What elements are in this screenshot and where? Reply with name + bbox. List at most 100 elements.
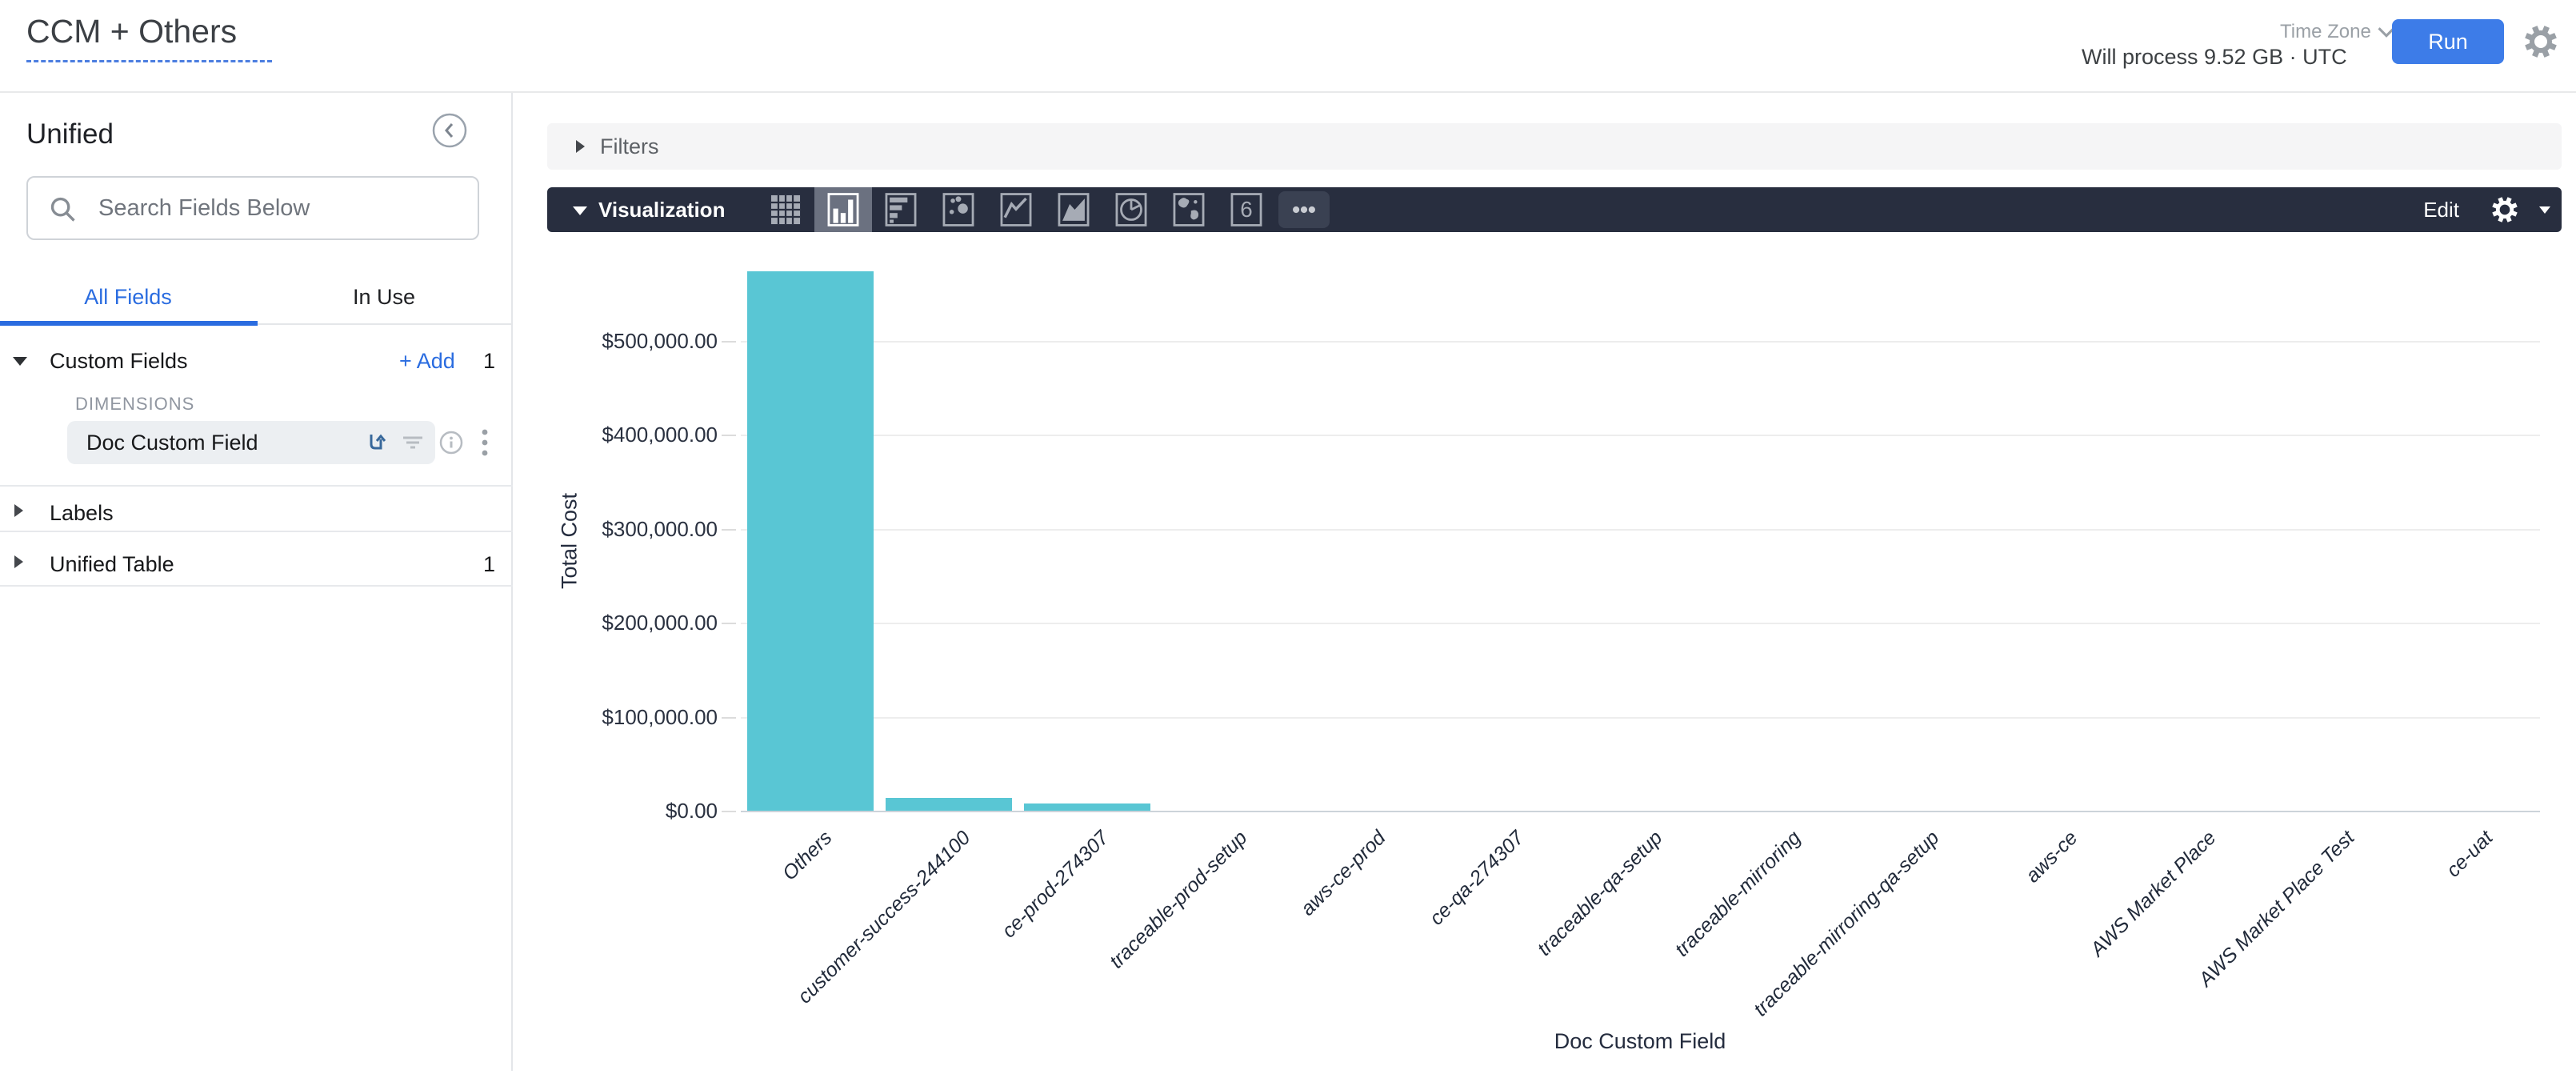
run-button[interactable]: Run (2392, 19, 2504, 64)
collapse-sidebar-icon[interactable] (431, 112, 468, 149)
filters-panel-header[interactable]: Filters (547, 123, 2562, 170)
filter-icon[interactable] (400, 430, 426, 455)
y-axis-tick (722, 811, 736, 812)
y-axis-title: Total Cost (558, 493, 582, 589)
gridline (741, 529, 2540, 531)
x-axis-tick-label: traceable-prod-setup (991, 826, 1251, 1086)
y-axis-tick (722, 623, 736, 624)
expand-caret-icon[interactable] (14, 504, 23, 517)
x-axis-tick-label: ce-prod-274307 (853, 826, 1113, 1086)
x-axis-tick-label: Others (576, 826, 836, 1086)
app-root: CCM + Others Time Zone Will process 9.52… (0, 0, 2576, 1071)
expand-caret-icon[interactable] (14, 555, 23, 568)
visualization-toolbar: Visualization 6 Edit (547, 187, 2562, 232)
chevron-down-icon[interactable] (2539, 206, 2550, 214)
x-axis-tick-label: aws-ce-prod (1130, 826, 1390, 1086)
viz-type-scatter-plot[interactable] (930, 187, 987, 232)
collapse-caret-icon[interactable] (573, 206, 587, 215)
area-chart-icon (1055, 190, 1092, 230)
svg-text:6: 6 (1240, 197, 1252, 222)
x-axis-tick-label: customer-success-244100 (714, 826, 974, 1086)
divider (0, 485, 513, 487)
chart-type-picker: 6 (757, 187, 1333, 232)
gridline (741, 435, 2540, 436)
section-count: 1 (483, 349, 495, 374)
viz-type-line-chart[interactable] (987, 187, 1045, 232)
search-box (26, 176, 479, 240)
map-icon (1170, 190, 1207, 230)
single-value-icon: 6 (1228, 190, 1265, 230)
section-custom-fields: Custom Fields + Add 1 (0, 339, 513, 384)
gridline (741, 623, 2540, 624)
viz-type-map[interactable] (1160, 187, 1218, 232)
x-axis-tick-label: AWS Market Place Test (2098, 826, 2358, 1086)
scatter-plot-icon (940, 190, 977, 230)
search-icon (49, 195, 78, 224)
x-axis-tick-label: aws-ce (1822, 826, 2082, 1086)
section-unified-table: Unified Table 1 (0, 543, 513, 587)
tab-in-use[interactable]: In Use (256, 272, 512, 323)
line-chart-icon (998, 190, 1034, 230)
chart-bar[interactable] (886, 798, 1012, 811)
add-custom-field-button[interactable]: + Add (399, 349, 455, 374)
process-info: Will process 9.52 GB · UTC (2082, 45, 2347, 70)
x-axis-tick-label: AWS Market Place (1960, 826, 2220, 1086)
field-label: Doc Custom Field (86, 431, 258, 455)
pie-chart-icon (1113, 190, 1150, 230)
field-doc-custom-field[interactable]: Doc Custom Field (67, 421, 435, 464)
divider (0, 531, 513, 532)
edit-visualization-button[interactable]: Edit (2423, 198, 2459, 222)
filters-label: Filters (600, 134, 659, 159)
section-label[interactable]: Labels (50, 501, 114, 526)
y-axis-tick (722, 341, 736, 343)
visualization-label[interactable]: Visualization (598, 198, 725, 222)
chart-bar[interactable] (747, 271, 874, 811)
sidebar-tabs: All Fields In Use (0, 272, 513, 323)
time-zone-dropdown[interactable]: Time Zone (2280, 21, 2395, 43)
y-axis-tick (722, 717, 736, 719)
gridline (741, 717, 2540, 719)
search-input[interactable] (98, 178, 466, 238)
viz-type-bar-chart[interactable] (814, 187, 872, 232)
viz-type-more-options[interactable] (1275, 187, 1333, 232)
x-axis-tick-label: ce-uat (2237, 826, 2497, 1086)
header: CCM + Others Time Zone Will process 9.52… (0, 0, 2576, 93)
viz-type-horizontal-bar-chart[interactable] (872, 187, 930, 232)
y-axis-tick (722, 529, 736, 531)
section-count: 1 (483, 552, 495, 577)
gridline (741, 341, 2540, 343)
viz-type-pie-chart[interactable] (1102, 187, 1160, 232)
more-options-icon (1286, 190, 1322, 229)
active-tab-underline (0, 321, 258, 326)
section-label[interactable]: Custom Fields (50, 349, 188, 374)
chart-bar[interactable] (1024, 803, 1150, 811)
dimensions-group-label: DIMENSIONS (75, 394, 194, 415)
viz-type-area-chart[interactable] (1045, 187, 1102, 232)
section-labels: Labels (0, 491, 513, 536)
collapse-caret-icon[interactable] (13, 357, 27, 366)
x-axis-tick-label: ce-qa-274307 (1268, 826, 1528, 1086)
visualization-settings-gear-icon[interactable] (2490, 194, 2520, 225)
viz-type-table[interactable] (757, 187, 814, 232)
info-icon[interactable] (438, 430, 464, 455)
y-axis-tick (722, 435, 736, 436)
sidebar-title: Unified (26, 118, 114, 150)
expand-caret-icon (576, 140, 585, 153)
tab-all-fields[interactable]: All Fields (0, 272, 256, 323)
settings-gear-icon[interactable] (2522, 22, 2560, 61)
table-icon (767, 190, 804, 230)
divider (0, 585, 513, 587)
x-axis-tick-label: traceable-mirroring (1545, 826, 1805, 1086)
sidebar: Unified All Fields In Use Custom Fields … (0, 93, 513, 1071)
page-title[interactable]: CCM + Others (26, 13, 272, 62)
section-label[interactable]: Unified Table (50, 552, 174, 577)
horizontal-bar-chart-icon (882, 190, 919, 230)
pivot-icon[interactable] (365, 430, 390, 455)
x-axis-tick-label: traceable-mirroring-qa-setup (1683, 826, 1943, 1086)
viz-type-single-value[interactable]: 6 (1218, 187, 1275, 232)
time-zone-label: Time Zone (2280, 21, 2371, 43)
kebab-menu-icon[interactable] (480, 427, 490, 459)
x-axis-title: Doc Custom Field (1554, 1029, 1726, 1054)
x-axis-tick-label: traceable-qa-setup (1406, 826, 1666, 1086)
bar-chart-icon (825, 190, 862, 230)
